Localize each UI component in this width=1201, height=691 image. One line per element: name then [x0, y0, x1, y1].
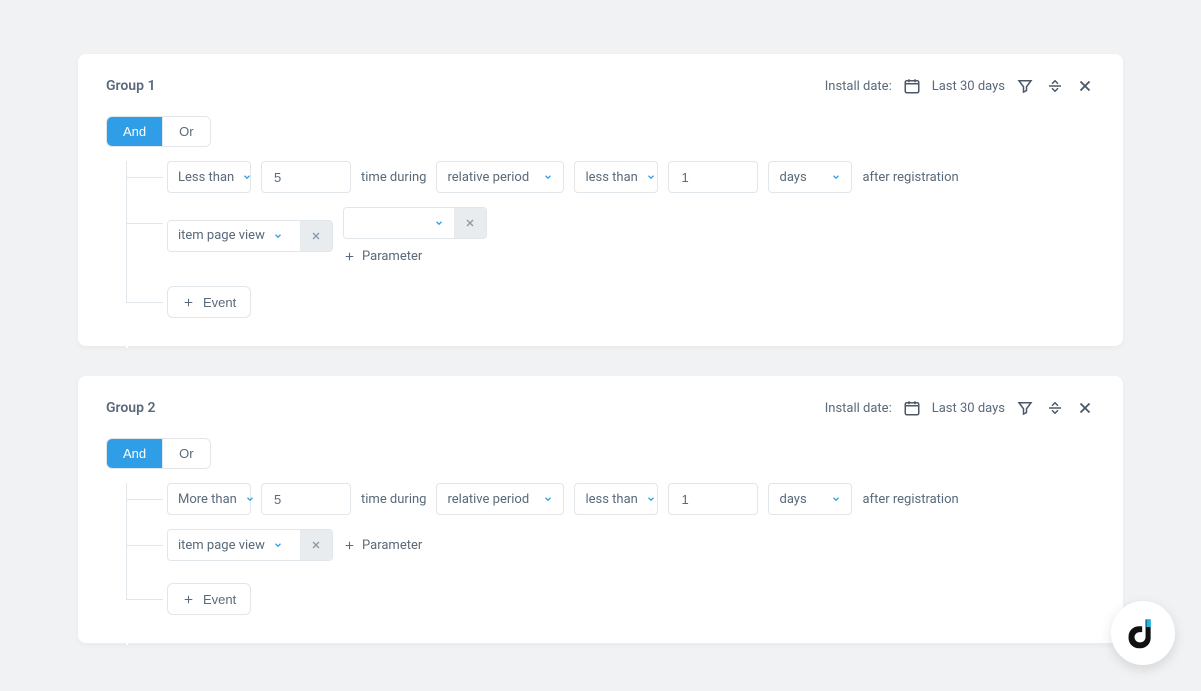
- sort-icon[interactable]: [1045, 398, 1065, 418]
- event-combo: item page view: [167, 220, 333, 252]
- filter-icon[interactable]: [1015, 76, 1035, 96]
- time-during-label: time during: [361, 170, 426, 185]
- chevron-down-icon: [646, 494, 656, 504]
- add-event-row: Event: [167, 286, 1095, 318]
- chevron-down-icon: [273, 540, 283, 550]
- chevron-down-icon: [831, 494, 841, 504]
- calendar-icon[interactable]: [902, 76, 922, 96]
- filter-icon[interactable]: [1015, 398, 1035, 418]
- add-parameter-button[interactable]: Parameter: [343, 538, 422, 553]
- count-input[interactable]: [261, 161, 351, 193]
- install-date-range[interactable]: Last 30 days: [932, 401, 1005, 416]
- rel-value-input-field[interactable]: [679, 162, 739, 192]
- remove-event-button[interactable]: [300, 530, 332, 560]
- chevron-down-icon: [434, 218, 444, 228]
- condition-row: Less than time during relative period le…: [167, 161, 1095, 193]
- logic-and-button[interactable]: And: [107, 117, 162, 146]
- add-event-row: Event: [167, 583, 1095, 615]
- brand-logo-icon: [1126, 616, 1160, 650]
- rel-value-input[interactable]: [668, 161, 758, 193]
- logic-or-button[interactable]: Or: [162, 439, 209, 468]
- rel-comparison-select[interactable]: less than: [574, 161, 658, 193]
- rel-unit-select[interactable]: days: [768, 483, 852, 515]
- plus-icon: [182, 296, 195, 309]
- rel-value-input-field[interactable]: [679, 484, 739, 514]
- rel-comparison-select[interactable]: less than: [574, 483, 658, 515]
- event-combo: item page view: [167, 529, 333, 561]
- chevron-down-icon: [543, 172, 553, 182]
- calendar-icon[interactable]: [902, 398, 922, 418]
- add-parameter-button[interactable]: Parameter: [343, 249, 487, 264]
- condition-row: More than time during relative period le…: [167, 483, 1095, 515]
- chevron-down-icon: [543, 494, 553, 504]
- close-icon[interactable]: [1075, 398, 1095, 418]
- count-input[interactable]: [261, 483, 351, 515]
- plus-icon: [343, 250, 356, 263]
- remove-event-button[interactable]: [300, 221, 332, 251]
- close-icon[interactable]: [1075, 76, 1095, 96]
- plus-icon: [182, 593, 195, 606]
- remove-parameter-button[interactable]: [454, 208, 486, 238]
- chevron-down-icon: [646, 172, 656, 182]
- count-input-field[interactable]: [272, 162, 332, 192]
- time-during-label: time during: [361, 492, 426, 507]
- logic-toggle: And Or: [106, 116, 211, 147]
- parameter-select[interactable]: [344, 208, 454, 238]
- install-date-label: Install date:: [825, 401, 892, 416]
- install-date-range[interactable]: Last 30 days: [932, 79, 1005, 94]
- after-registration-label: after registration: [862, 492, 958, 507]
- event-type-select[interactable]: item page view: [168, 221, 300, 251]
- logic-and-button[interactable]: And: [107, 439, 162, 468]
- count-input-field[interactable]: [272, 484, 332, 514]
- logic-toggle: And Or: [106, 438, 211, 469]
- condition-tree: More than time during relative period le…: [126, 483, 1095, 615]
- count-comparison-select[interactable]: More than: [167, 483, 251, 515]
- count-comparison-select[interactable]: Less than: [167, 161, 251, 193]
- event-type-select[interactable]: item page view: [168, 530, 300, 560]
- header-right: Install date: Last 30 days: [825, 398, 1095, 418]
- group-title: Group 2: [106, 400, 155, 416]
- chevron-down-icon: [242, 172, 252, 182]
- period-type-select[interactable]: relative period: [436, 483, 564, 515]
- event-row: item page view: [167, 207, 1095, 264]
- group-title: Group 1: [106, 78, 155, 94]
- rel-value-input[interactable]: [668, 483, 758, 515]
- logic-or-button[interactable]: Or: [162, 117, 209, 146]
- install-date-label: Install date:: [825, 79, 892, 94]
- add-event-button[interactable]: Event: [167, 583, 251, 615]
- rel-unit-select[interactable]: days: [768, 161, 852, 193]
- card-header: Group 2 Install date: Last 30 days: [106, 398, 1095, 418]
- card-header: Group 1 Install date: Last 30 days: [106, 76, 1095, 96]
- group-card: Group 2 Install date: Last 30 days And O…: [78, 376, 1123, 643]
- sort-icon[interactable]: [1045, 76, 1065, 96]
- header-right: Install date: Last 30 days: [825, 76, 1095, 96]
- plus-icon: [343, 539, 356, 552]
- chevron-down-icon: [245, 494, 255, 504]
- group-card: Group 1 Install date: Last 30 days And O…: [78, 54, 1123, 346]
- after-registration-label: after registration: [862, 170, 958, 185]
- period-type-select[interactable]: relative period: [436, 161, 564, 193]
- brand-badge[interactable]: [1111, 601, 1175, 665]
- parameter-combo: [343, 207, 487, 239]
- chevron-down-icon: [831, 172, 841, 182]
- add-event-button[interactable]: Event: [167, 286, 251, 318]
- condition-tree: Less than time during relative period le…: [126, 161, 1095, 318]
- event-row: item page view Parameter: [167, 529, 1095, 561]
- chevron-down-icon: [273, 231, 283, 241]
